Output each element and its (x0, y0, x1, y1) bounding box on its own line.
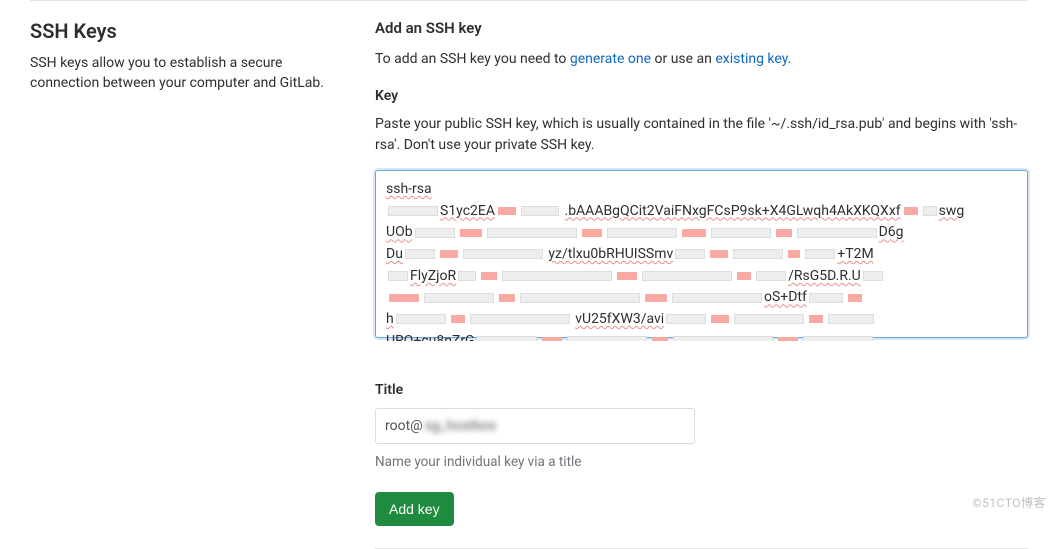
form-heading: Add an SSH key (375, 19, 1028, 37)
intro-suffix: . (788, 51, 792, 67)
sidebar-description: SSH keys allow you to establish a secure… (30, 53, 340, 94)
key-label: Key (375, 88, 1028, 104)
generate-key-link[interactable]: generate one (570, 51, 651, 67)
sidebar: SSH Keys SSH keys allow you to establish… (30, 19, 340, 549)
form-intro: To add an SSH key you need to generate o… (375, 49, 1028, 70)
form-area: Add an SSH key To add an SSH key you nee… (375, 19, 1028, 549)
ssh-key-textarea[interactable] (375, 170, 1028, 338)
title-help: Name your individual key via a title (375, 454, 1028, 470)
title-label: Title (375, 382, 1028, 398)
key-help: Paste your public SSH key, which is usua… (375, 114, 1028, 156)
intro-mid: or use an (651, 51, 715, 67)
title-input[interactable] (375, 408, 695, 444)
intro-prefix: To add an SSH key you need to (375, 51, 570, 67)
existing-key-link[interactable]: existing key (715, 51, 787, 67)
sidebar-heading: SSH Keys (30, 19, 340, 43)
watermark: ©51CTO博客 (972, 494, 1046, 511)
add-key-button[interactable]: Add key (375, 492, 454, 526)
top-divider (30, 0, 1028, 1)
